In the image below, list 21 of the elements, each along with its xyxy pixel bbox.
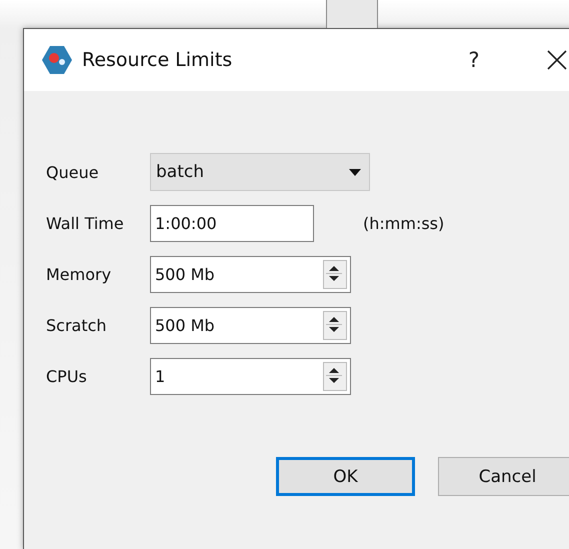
dialog-button[interactable]: Cancel <box>438 457 569 496</box>
queue-dropdown[interactable]: batch <box>150 153 370 191</box>
close-button[interactable] <box>546 49 568 71</box>
field-label: Queue <box>46 162 100 182</box>
spin-buttons[interactable] <box>323 362 347 391</box>
spin-field[interactable]: 500 Mb <box>150 307 351 344</box>
window-title: Resource Limits <box>82 49 234 71</box>
help-button[interactable]: ? <box>454 48 494 72</box>
app-icon <box>41 44 73 76</box>
field-label: CPUs <box>46 367 88 386</box>
spin-field[interactable]: 500 Mb <box>150 256 351 293</box>
spin-field[interactable]: 1 <box>150 358 351 395</box>
field-label: Scratch <box>46 316 108 335</box>
spin-buttons[interactable] <box>323 311 347 340</box>
dialog-button[interactable]: OK <box>276 457 415 496</box>
field-label: Memory <box>46 265 112 284</box>
dropdown-arrow-icon <box>349 168 361 176</box>
format-hint: (h:mm:ss) <box>363 214 444 233</box>
field-label: Wall Time <box>46 214 125 233</box>
input-field[interactable]: 1:00:00 <box>150 205 314 242</box>
spin-buttons[interactable] <box>323 260 347 289</box>
